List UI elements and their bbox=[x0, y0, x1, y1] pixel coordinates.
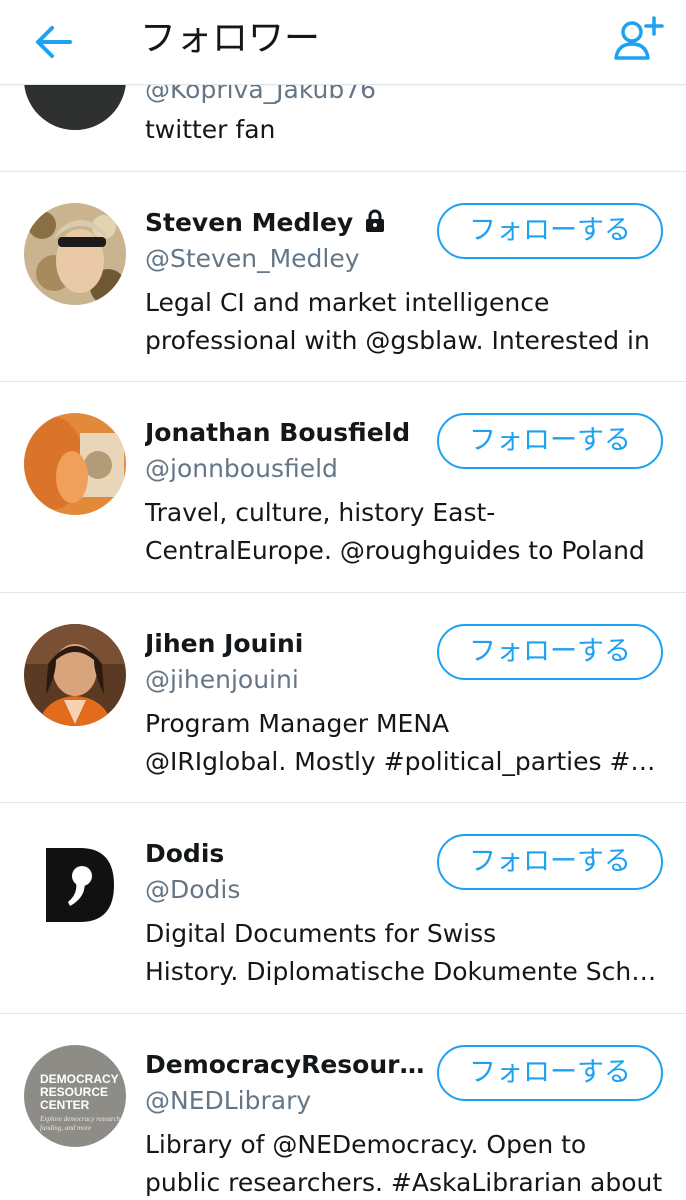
avatar-text: funding, and more bbox=[40, 1124, 91, 1132]
list-item[interactable]: Dodis @Dodis Digital Documents for Swiss… bbox=[0, 802, 686, 1014]
add-user-icon bbox=[614, 16, 664, 60]
followers-list: @Kopriva_Jakub76 twitter fan Steven Medl… bbox=[0, 0, 686, 1200]
avatar[interactable] bbox=[24, 834, 126, 936]
arrow-left-icon bbox=[36, 26, 72, 58]
user-name[interactable]: Jonathan Bousfield bbox=[145, 415, 410, 451]
user-name[interactable]: Steven Medley bbox=[145, 205, 387, 243]
list-item[interactable]: Jonathan Bousfield @jonnbousfield Travel… bbox=[0, 381, 686, 593]
avatar[interactable] bbox=[24, 203, 126, 305]
page-title: フォロワー bbox=[140, 18, 321, 59]
user-bio: Travel, culture, history East- CentralEu… bbox=[145, 498, 645, 565]
avatar-text: DEMOCRACY bbox=[40, 1072, 119, 1086]
back-button[interactable] bbox=[30, 18, 78, 66]
user-name[interactable]: Dodis bbox=[145, 836, 224, 872]
follow-button[interactable]: フォローする bbox=[437, 834, 663, 890]
avatar[interactable]: DEMOCRACY RESOURCE CENTER Explore democr… bbox=[24, 1045, 126, 1147]
user-handle: @jonnbousfield bbox=[145, 454, 338, 483]
user-bio: Legal CI and market intelligence profess… bbox=[145, 288, 650, 355]
lock-icon bbox=[363, 207, 387, 243]
avatar-text: RESOURCE bbox=[40, 1085, 108, 1099]
list-item[interactable]: DEMOCRACY RESOURCE CENTER Explore democr… bbox=[0, 1013, 686, 1200]
avatar-text: CENTER bbox=[40, 1098, 90, 1112]
add-user-button[interactable] bbox=[610, 12, 668, 70]
user-name[interactable]: Jihen Jouini bbox=[145, 626, 303, 662]
follow-button[interactable]: フォローする bbox=[437, 203, 663, 259]
user-name[interactable]: DemocracyResourceCenter bbox=[145, 1047, 427, 1083]
user-bio: Library of @NEDemocracy. Open to public … bbox=[145, 1130, 663, 1197]
user-handle: @jihenjouini bbox=[145, 665, 299, 694]
app-header: フォロワー bbox=[0, 0, 686, 85]
follow-button[interactable]: フォローする bbox=[437, 413, 663, 469]
user-handle: @Steven_Medley bbox=[145, 244, 360, 273]
avatar[interactable] bbox=[24, 413, 126, 515]
follow-button[interactable]: フォローする bbox=[437, 624, 663, 680]
list-item[interactable]: Jihen Jouini @jihenjouini Program Manage… bbox=[0, 592, 686, 803]
list-item[interactable]: Steven Medley @Steven_Medley Legal CI an… bbox=[0, 171, 686, 382]
follow-button[interactable]: フォローする bbox=[437, 1045, 663, 1101]
avatar-text: Explore democracy research, bbox=[39, 1115, 122, 1123]
user-handle: @Dodis bbox=[145, 875, 241, 904]
user-bio: twitter fan bbox=[145, 115, 276, 144]
avatar[interactable] bbox=[24, 624, 126, 726]
user-bio: Digital Documents for Swiss History. Dip… bbox=[145, 919, 665, 986]
user-bio: Program Manager MENA @IRIglobal. Mostly … bbox=[145, 709, 665, 776]
user-handle: @NEDLibrary bbox=[145, 1086, 312, 1115]
